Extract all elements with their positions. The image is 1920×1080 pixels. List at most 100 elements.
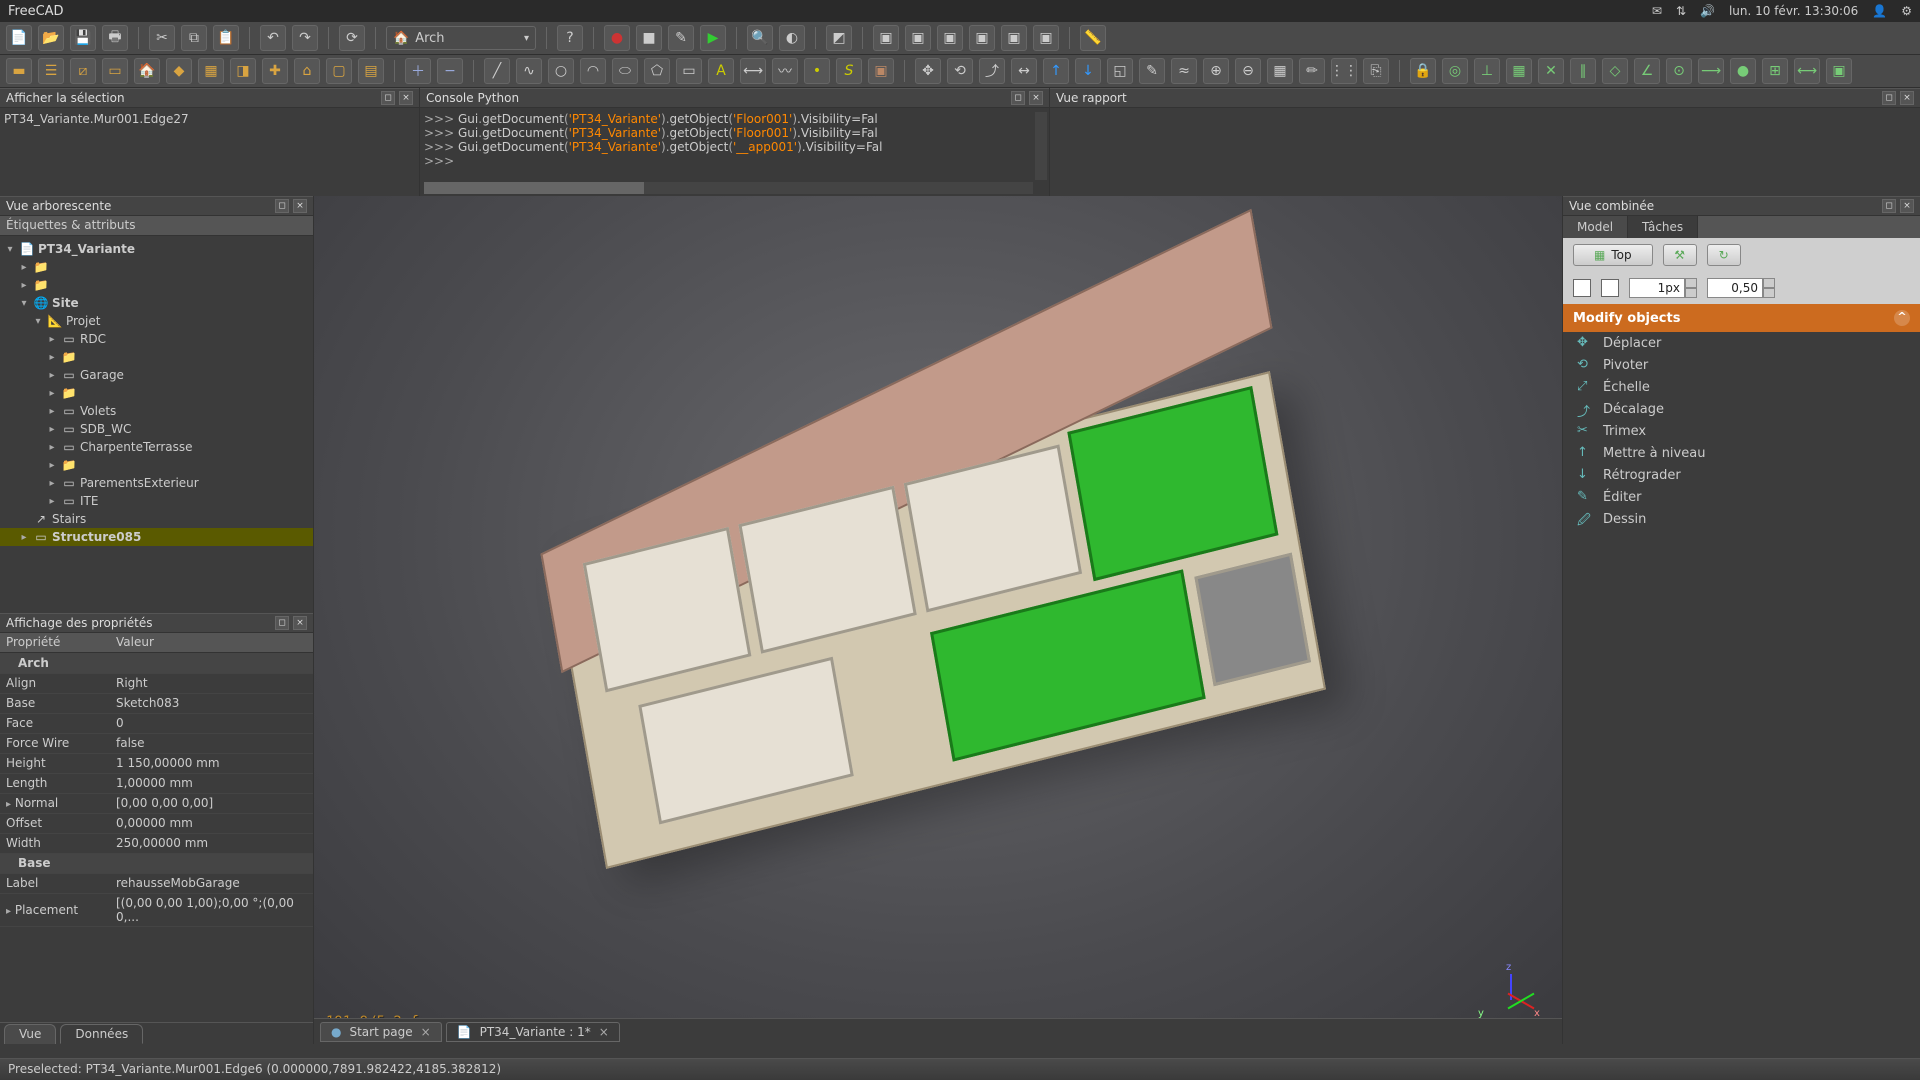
- draft-shape2d-button[interactable]: ▦: [1267, 58, 1293, 84]
- clock[interactable]: lun. 10 févr. 13:30:06: [1729, 4, 1858, 18]
- close-icon[interactable]: ×: [421, 1025, 431, 1039]
- combo-tab-tasks[interactable]: Tâches: [1628, 216, 1698, 238]
- whatsthis-button[interactable]: ?: [557, 25, 583, 51]
- task-tool-pivoter[interactable]: ⟲Pivoter: [1563, 354, 1920, 376]
- 3d-viewport[interactable]: 191.9/5.2 fps z x y: [314, 196, 1562, 1044]
- settings-icon[interactable]: ⚙: [1901, 4, 1912, 18]
- panel-close-button[interactable]: ×: [1900, 91, 1914, 105]
- snap-near-button[interactable]: ●: [1730, 58, 1756, 84]
- view-iso-button[interactable]: ◩: [826, 25, 852, 51]
- panel-float-button[interactable]: ◻: [1882, 91, 1896, 105]
- panel-float-button[interactable]: ◻: [1882, 199, 1896, 213]
- snap-dim-button[interactable]: ⟷: [1794, 58, 1820, 84]
- draw-style-button[interactable]: ◐: [779, 25, 805, 51]
- draft-upgrade-button[interactable]: ↑: [1043, 58, 1069, 84]
- view-bottom-button[interactable]: ▣: [1001, 25, 1027, 51]
- task-tool-trimex[interactable]: ✂Trimex: [1563, 420, 1920, 442]
- tree-view[interactable]: ▾📄PT34_Variante▸📁▸📁▾🌐Site▾📐Projet▸▭RDC▸📁…: [0, 236, 313, 613]
- refresh-button[interactable]: ⟳: [339, 25, 365, 51]
- tree-item[interactable]: ▸▭ParementsExterieur: [0, 474, 313, 492]
- view-right-button[interactable]: ▣: [937, 25, 963, 51]
- draft-ellipse-button[interactable]: ⬭: [612, 58, 638, 84]
- tree-item[interactable]: ▸▭Garage: [0, 366, 313, 384]
- snap-cen-button[interactable]: ⊙: [1666, 58, 1692, 84]
- task-header[interactable]: Modify objects ^: [1563, 304, 1920, 332]
- macro-stop-button[interactable]: ■: [636, 25, 662, 51]
- arch-space-button[interactable]: ▢: [326, 58, 352, 84]
- macro-record-button[interactable]: ●: [604, 25, 630, 51]
- open-button[interactable]: 📂: [38, 25, 64, 51]
- continue-mode-button[interactable]: ↻: [1707, 244, 1741, 266]
- redo-button[interactable]: ↷: [292, 25, 318, 51]
- combo-tab-model[interactable]: Model: [1563, 216, 1628, 238]
- draft-wire-button[interactable]: ∿: [516, 58, 542, 84]
- tree-item[interactable]: ▸▭RDC: [0, 330, 313, 348]
- snap-int-button[interactable]: ✕: [1538, 58, 1564, 84]
- task-tool-dessin[interactable]: 🖉Dessin: [1563, 508, 1920, 530]
- tree-item[interactable]: ▸▭SDB_WC: [0, 420, 313, 438]
- draft-clone-button[interactable]: ⎘: [1363, 58, 1389, 84]
- draft-draft2sketch-button[interactable]: ✏: [1299, 58, 1325, 84]
- horizontal-scrollbar[interactable]: [424, 182, 1033, 194]
- tree-item[interactable]: ▸📁: [0, 384, 313, 402]
- draft-bspline-button[interactable]: 〰: [772, 58, 798, 84]
- arch-add-button[interactable]: ＋: [405, 58, 431, 84]
- property-tab-view[interactable]: Vue: [4, 1024, 56, 1044]
- panel-close-button[interactable]: ×: [1900, 199, 1914, 213]
- tree-item[interactable]: ▸▭CharpenteTerrasse: [0, 438, 313, 456]
- draft-downgrade-button[interactable]: ↓: [1075, 58, 1101, 84]
- tree-item[interactable]: ▸▭Volets: [0, 402, 313, 420]
- draft-rotate-button[interactable]: ⟲: [947, 58, 973, 84]
- arch-rebar-button[interactable]: ⧄: [70, 58, 96, 84]
- snap-perp-button[interactable]: ⊥: [1474, 58, 1500, 84]
- arch-structure-button[interactable]: ☰: [38, 58, 64, 84]
- view-front-button[interactable]: ▣: [873, 25, 899, 51]
- snap-grid-button[interactable]: ▦: [1506, 58, 1532, 84]
- draft-facebinder-button[interactable]: ▣: [868, 58, 894, 84]
- draft-line-button[interactable]: ╱: [484, 58, 510, 84]
- arch-stairs-button[interactable]: ▤: [358, 58, 384, 84]
- tree-item[interactable]: ▾📐Projet: [0, 312, 313, 330]
- draft-arc-button[interactable]: ◠: [580, 58, 606, 84]
- task-collapse-button[interactable]: ^: [1894, 310, 1910, 326]
- snap-par-button[interactable]: ∥: [1570, 58, 1596, 84]
- paste-button[interactable]: 📋: [213, 25, 239, 51]
- working-plane-button[interactable]: ▦Top: [1573, 244, 1653, 266]
- mail-icon[interactable]: ✉: [1652, 4, 1662, 18]
- tree-item[interactable]: ▸📁: [0, 456, 313, 474]
- arch-floor-button[interactable]: ▭: [102, 58, 128, 84]
- cut-button[interactable]: ✂: [149, 25, 175, 51]
- draft-array-button[interactable]: ⋮⋮: [1331, 58, 1357, 84]
- arch-site-button[interactable]: ◆: [166, 58, 192, 84]
- arch-remove-button[interactable]: −: [437, 58, 463, 84]
- snap-end-button[interactable]: ◇: [1602, 58, 1628, 84]
- draft-shapestring-button[interactable]: S: [836, 58, 862, 84]
- task-tool-mettre à niveau[interactable]: ↑Mettre à niveau: [1563, 442, 1920, 464]
- draft-edit-button[interactable]: ✎: [1139, 58, 1165, 84]
- property-tab-data[interactable]: Données: [60, 1024, 143, 1044]
- measure-button[interactable]: 📏: [1080, 25, 1106, 51]
- sound-icon[interactable]: 🔊: [1700, 4, 1715, 18]
- draft-move-button[interactable]: ✥: [915, 58, 941, 84]
- print-button[interactable]: 🖶: [102, 25, 128, 51]
- tree-item[interactable]: ▾🌐Site: [0, 294, 313, 312]
- snap-mid-button[interactable]: ◎: [1442, 58, 1468, 84]
- fill-color-swatch[interactable]: [1573, 279, 1591, 297]
- close-icon[interactable]: ×: [599, 1025, 609, 1039]
- fit-all-button[interactable]: 🔍: [747, 25, 773, 51]
- task-tool-rétrograder[interactable]: ↓Rétrograder: [1563, 464, 1920, 486]
- draft-scale-button[interactable]: ◱: [1107, 58, 1133, 84]
- snap-ext-button[interactable]: ⟶: [1698, 58, 1724, 84]
- draft-rectangle-button[interactable]: ▭: [676, 58, 702, 84]
- property-view[interactable]: ArchAlignRightBaseSketch083Face0Force Wi…: [0, 653, 313, 1022]
- arch-window-button[interactable]: ▦: [198, 58, 224, 84]
- draft-point-button[interactable]: •: [804, 58, 830, 84]
- task-tool-décalage[interactable]: ⤴Décalage: [1563, 398, 1920, 420]
- tree-item[interactable]: ↗Stairs: [0, 510, 313, 528]
- arch-wall-button[interactable]: ▬: [6, 58, 32, 84]
- draft-circle-button[interactable]: ○: [548, 58, 574, 84]
- panel-float-button[interactable]: ◻: [275, 616, 289, 630]
- python-console[interactable]: >>> Gui.getDocument('PT34_Variante').get…: [420, 108, 1049, 196]
- draft-dimension-button[interactable]: ⟷: [740, 58, 766, 84]
- linewidth-input[interactable]: 1px: [1629, 278, 1685, 298]
